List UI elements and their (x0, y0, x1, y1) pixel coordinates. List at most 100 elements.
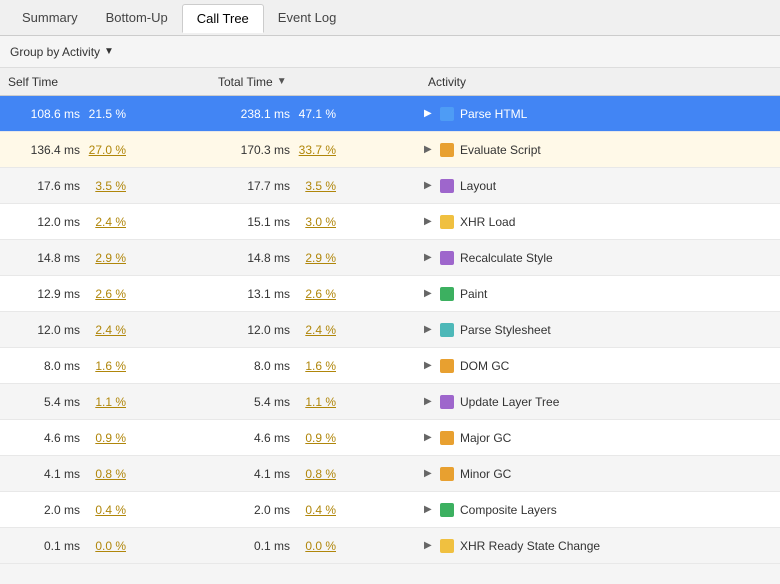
self-pct-value: 1.6 % (80, 359, 126, 373)
total-pct-value: 0.0 % (290, 539, 336, 553)
self-time-cell: 5.4 ms 1.1 % (0, 384, 210, 419)
col-header-self-time[interactable]: Self Time (0, 75, 210, 89)
expand-arrow-icon[interactable]: ▶ (424, 504, 434, 515)
self-time-value: 136.4 ms (8, 143, 80, 157)
expand-arrow-icon[interactable]: ▶ (424, 468, 434, 479)
self-time-cell: 108.6 ms 21.5 % (0, 96, 210, 131)
table-row[interactable]: 12.0 ms 2.4 % 15.1 ms 3.0 % ▶ XHR Load (0, 204, 780, 240)
activity-cell: ▶ Recalculate Style (420, 251, 780, 265)
total-time-value: 2.0 ms (218, 503, 290, 517)
tab-bottom-up[interactable]: Bottom-Up (92, 4, 182, 31)
total-pct-value: 33.7 % (290, 143, 336, 157)
table-row[interactable]: 14.8 ms 2.9 % 14.8 ms 2.9 % ▶ Recalculat… (0, 240, 780, 276)
total-time-cell: 5.4 ms 1.1 % (210, 384, 420, 419)
expand-arrow-icon[interactable]: ▶ (424, 288, 434, 299)
tab-summary[interactable]: Summary (8, 4, 92, 31)
self-pct-value: 2.4 % (80, 323, 126, 337)
expand-arrow-icon[interactable]: ▶ (424, 108, 434, 119)
expand-arrow-icon[interactable]: ▶ (424, 432, 434, 443)
self-pct-value: 2.9 % (80, 251, 126, 265)
total-pct-value: 1.6 % (290, 359, 336, 373)
self-pct-value: 1.1 % (80, 395, 126, 409)
self-time-cell: 12.0 ms 2.4 % (0, 204, 210, 239)
total-time-value: 4.6 ms (218, 431, 290, 445)
total-pct-value: 2.9 % (290, 251, 336, 265)
self-pct-value: 27.0 % (80, 143, 126, 157)
activity-color-icon (440, 107, 454, 121)
total-time-value: 12.0 ms (218, 323, 290, 337)
expand-arrow-icon[interactable]: ▶ (424, 324, 434, 335)
self-pct-value: 21.5 % (80, 107, 126, 121)
self-time-value: 108.6 ms (8, 107, 80, 121)
activity-cell: ▶ Composite Layers (420, 503, 780, 517)
expand-arrow-icon[interactable]: ▶ (424, 396, 434, 407)
self-time-cell: 2.0 ms 0.4 % (0, 492, 210, 527)
tab-call-tree[interactable]: Call Tree (182, 4, 264, 33)
self-time-value: 14.8 ms (8, 251, 80, 265)
self-pct-value: 3.5 % (80, 179, 126, 193)
total-pct-value: 3.5 % (290, 179, 336, 193)
self-time-cell: 136.4 ms 27.0 % (0, 132, 210, 167)
activity-name: Evaluate Script (460, 143, 541, 157)
total-time-cell: 4.6 ms 0.9 % (210, 420, 420, 455)
self-time-value: 8.0 ms (8, 359, 80, 373)
tab-event-log[interactable]: Event Log (264, 4, 351, 31)
activity-name: XHR Ready State Change (460, 539, 600, 553)
activity-name: Paint (460, 287, 487, 301)
activity-cell: ▶ Parse Stylesheet (420, 323, 780, 337)
activity-color-icon (440, 251, 454, 265)
activity-color-icon (440, 215, 454, 229)
expand-arrow-icon[interactable]: ▶ (424, 252, 434, 263)
total-time-cell: 15.1 ms 3.0 % (210, 204, 420, 239)
table-row[interactable]: 5.4 ms 1.1 % 5.4 ms 1.1 % ▶ Update Layer… (0, 384, 780, 420)
activity-name: Layout (460, 179, 496, 193)
activity-color-icon (440, 503, 454, 517)
activity-cell: ▶ DOM GC (420, 359, 780, 373)
col-header-total-time[interactable]: Total Time ▼ (210, 75, 420, 89)
activity-name: Parse Stylesheet (460, 323, 551, 337)
table-row[interactable]: 12.9 ms 2.6 % 13.1 ms 2.6 % ▶ Paint (0, 276, 780, 312)
activity-cell: ▶ Parse HTML (420, 107, 780, 121)
self-time-cell: 4.6 ms 0.9 % (0, 420, 210, 455)
table-row[interactable]: 4.6 ms 0.9 % 4.6 ms 0.9 % ▶ Major GC (0, 420, 780, 456)
activity-cell: ▶ Paint (420, 287, 780, 301)
total-pct-value: 2.6 % (290, 287, 336, 301)
table-row[interactable]: 0.1 ms 0.0 % 0.1 ms 0.0 % ▶ XHR Ready St… (0, 528, 780, 564)
total-time-cell: 8.0 ms 1.6 % (210, 348, 420, 383)
activity-name: Major GC (460, 431, 511, 445)
activity-color-icon (440, 287, 454, 301)
activity-cell: ▶ Evaluate Script (420, 143, 780, 157)
expand-arrow-icon[interactable]: ▶ (424, 360, 434, 371)
activity-name: Composite Layers (460, 503, 557, 517)
expand-arrow-icon[interactable]: ▶ (424, 180, 434, 191)
table-row[interactable]: 108.6 ms 21.5 % 238.1 ms 47.1 % ▶ Parse … (0, 96, 780, 132)
table-row[interactable]: 12.0 ms 2.4 % 12.0 ms 2.4 % ▶ Parse Styl… (0, 312, 780, 348)
total-time-cell: 13.1 ms 2.6 % (210, 276, 420, 311)
activity-color-icon (440, 323, 454, 337)
total-time-value: 15.1 ms (218, 215, 290, 229)
expand-arrow-icon[interactable]: ▶ (424, 216, 434, 227)
activity-color-icon (440, 179, 454, 193)
total-time-value: 0.1 ms (218, 539, 290, 553)
total-time-value: 238.1 ms (218, 107, 290, 121)
self-pct-value: 0.0 % (80, 539, 126, 553)
self-pct-value: 0.9 % (80, 431, 126, 445)
self-time-value: 12.9 ms (8, 287, 80, 301)
table-row[interactable]: 2.0 ms 0.4 % 2.0 ms 0.4 % ▶ Composite La… (0, 492, 780, 528)
table-row[interactable]: 4.1 ms 0.8 % 4.1 ms 0.8 % ▶ Minor GC (0, 456, 780, 492)
table-row[interactable]: 8.0 ms 1.6 % 8.0 ms 1.6 % ▶ DOM GC (0, 348, 780, 384)
total-time-value: 13.1 ms (218, 287, 290, 301)
table-row[interactable]: 136.4 ms 27.0 % 170.3 ms 33.7 % ▶ Evalua… (0, 132, 780, 168)
table-row[interactable]: 17.6 ms 3.5 % 17.7 ms 3.5 % ▶ Layout (0, 168, 780, 204)
self-time-value: 4.6 ms (8, 431, 80, 445)
total-pct-value: 2.4 % (290, 323, 336, 337)
expand-arrow-icon[interactable]: ▶ (424, 540, 434, 551)
expand-arrow-icon[interactable]: ▶ (424, 144, 434, 155)
self-time-cell: 4.1 ms 0.8 % (0, 456, 210, 491)
total-time-cell: 4.1 ms 0.8 % (210, 456, 420, 491)
total-time-cell: 0.1 ms 0.0 % (210, 528, 420, 563)
total-time-value: 17.7 ms (218, 179, 290, 193)
total-time-value: 14.8 ms (218, 251, 290, 265)
group-by-dropdown-arrow[interactable]: ▼ (104, 46, 114, 57)
activity-name: DOM GC (460, 359, 509, 373)
